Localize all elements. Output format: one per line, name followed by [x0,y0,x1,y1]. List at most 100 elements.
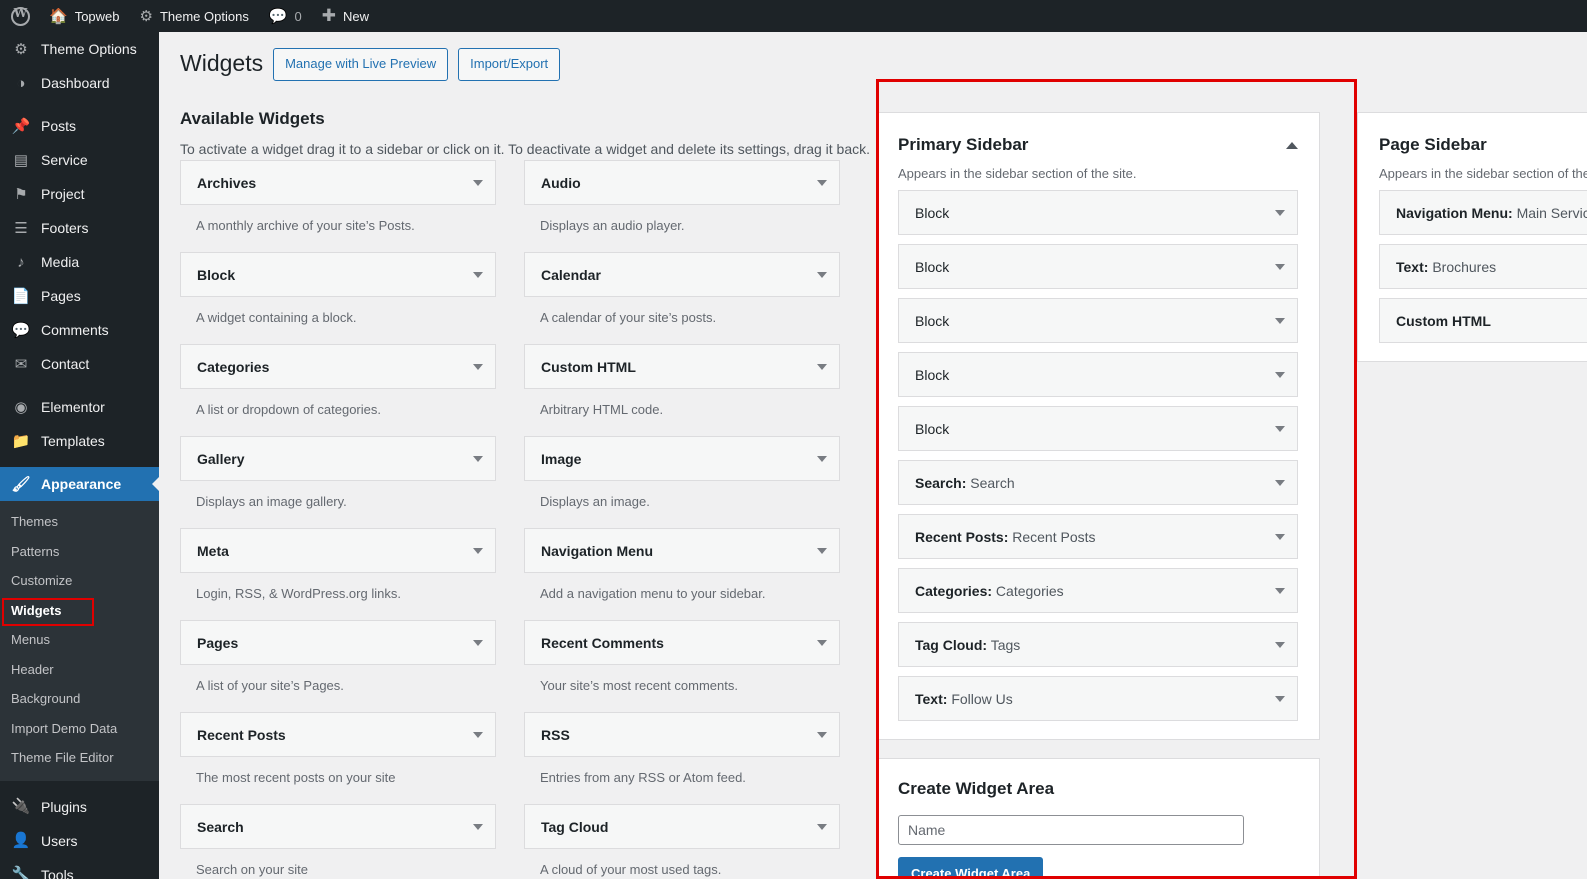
widget-gallery[interactable]: Gallery [180,436,496,481]
sidebar-item-elementor[interactable]: ◉ Elementor [0,390,159,424]
sidebar-item-service[interactable]: ▤ Service [0,143,159,177]
chevron-down-icon[interactable] [473,639,483,646]
sidebar-item-pages[interactable]: 📄 Pages [0,279,159,313]
sidebar-item-media[interactable]: ♪ Media [0,245,159,279]
chevron-down-icon[interactable] [817,271,827,278]
submenu-item-theme-file-editor[interactable]: Theme File Editor [0,743,159,773]
sidebar-item-contact[interactable]: ✉ Contact [0,347,159,381]
chevron-down-icon[interactable] [1275,209,1285,216]
widget-meta[interactable]: Meta [180,528,496,573]
chevron-down-icon[interactable] [1275,641,1285,648]
page-sidebar-widget-custom-html[interactable]: Custom HTML [1379,298,1587,343]
wordpress-logo-button[interactable] [0,0,39,32]
create-widget-area-button[interactable]: Create Widget Area [898,857,1044,879]
chevron-down-icon[interactable] [473,179,483,186]
sidebar-item-posts[interactable]: 📌 Posts [0,109,159,143]
chevron-down-icon[interactable] [1275,371,1285,378]
chevron-down-icon[interactable] [817,823,827,830]
sidebar-item-tools[interactable]: 🔧 Tools [0,858,159,879]
sidebar-widget-block-1[interactable]: Block [898,190,1298,235]
chevron-down-icon[interactable] [473,363,483,370]
widget-rss[interactable]: RSS [524,712,840,757]
sidebar-item-footers[interactable]: ☰ Footers [0,211,159,245]
admin-bar: 🏠 Topweb ⚙ Theme Options 💬 0 ✚ New [0,0,1587,32]
site-name-button[interactable]: 🏠 Topweb [39,0,130,32]
submenu-item-patterns[interactable]: Patterns [0,537,159,567]
submenu-item-widgets[interactable]: Widgets [0,596,159,626]
chevron-down-icon[interactable] [817,731,827,738]
chevron-up-icon[interactable] [1286,142,1298,149]
primary-sidebar-header[interactable]: Primary Sidebar [898,135,1298,155]
sidebar-widget-block-3[interactable]: Block [898,298,1298,343]
submenu-item-menus[interactable]: Menus [0,625,159,655]
sidebar-widget-text[interactable]: Text: Follow Us [898,676,1298,721]
sidebar-item-dashboard[interactable]: ◑ Dashboard [0,66,159,100]
chevron-down-icon[interactable] [817,455,827,462]
new-content-button[interactable]: ✚ New [312,0,379,32]
sidebar-item-label: Appearance [41,476,122,492]
chevron-down-icon[interactable] [473,455,483,462]
widget-area-name-input[interactable] [898,815,1244,845]
sidebar-item-comments[interactable]: 💬 Comments [0,313,159,347]
widget-custom-html[interactable]: Custom HTML [524,344,840,389]
chevron-down-icon[interactable] [1275,479,1285,486]
theme-options-button[interactable]: ⚙ Theme Options [130,0,259,32]
submenu-item-background[interactable]: Background [0,684,159,714]
widget-search[interactable]: Search [180,804,496,849]
chevron-down-icon[interactable] [1275,587,1285,594]
sidebar-widget-recent-posts[interactable]: Recent Posts: Recent Posts [898,514,1298,559]
sidebar-widget-tag-cloud[interactable]: Tag Cloud: Tags [898,622,1298,667]
sidebar-item-project[interactable]: ⚑ Project [0,177,159,211]
widget-label: Block [915,258,950,275]
submenu-item-customize[interactable]: Customize [0,566,159,596]
widget-calendar[interactable]: Calendar [524,252,840,297]
primary-sidebar-column: Primary Sidebar Appears in the sidebar s… [876,112,1320,879]
sidebar-item-label: Theme Options [41,41,137,57]
widget-tag-cloud[interactable]: Tag Cloud [524,804,840,849]
chevron-down-icon[interactable] [817,363,827,370]
chevron-down-icon[interactable] [1275,533,1285,540]
sidebar-item-appearance[interactable]: 🖌 Appearance [0,467,159,501]
chevron-down-icon[interactable] [1275,695,1285,702]
widget-archives[interactable]: Archives [180,160,496,205]
chevron-down-icon[interactable] [817,179,827,186]
widget-pages[interactable]: Pages [180,620,496,665]
sidebar-item-plugins[interactable]: 🔌 Plugins [0,790,159,824]
manage-with-live-preview-button[interactable]: Manage with Live Preview [273,48,449,81]
sidebar-widget-categories[interactable]: Categories: Categories [898,568,1298,613]
widget-block[interactable]: Block [180,252,496,297]
widget-navigation-menu[interactable]: Navigation Menu [524,528,840,573]
chevron-down-icon[interactable] [1275,317,1285,324]
sidebar-widget-block-4[interactable]: Block [898,352,1298,397]
page-sidebar-header[interactable]: Page Sidebar [1379,135,1587,155]
chevron-down-icon[interactable] [1275,425,1285,432]
sidebar-item-users[interactable]: 👤 Users [0,824,159,858]
submenu-item-themes[interactable]: Themes [0,507,159,537]
sidebar-item-label: Contact [41,356,90,372]
widget-recent-posts[interactable]: Recent Posts [180,712,496,757]
chevron-down-icon[interactable] [1275,263,1285,270]
sidebar-widget-block-5[interactable]: Block [898,406,1298,451]
widget-audio[interactable]: Audio [524,160,840,205]
sidebar-item-theme-options[interactable]: ⚙ Theme Options [0,32,159,66]
chevron-down-icon[interactable] [817,547,827,554]
widget-categories[interactable]: Categories [180,344,496,389]
chevron-down-icon[interactable] [473,547,483,554]
comments-count: 0 [294,8,302,24]
page-sidebar-widget-navigation-menu[interactable]: Navigation Menu: Main Services [1379,190,1587,235]
widget-image[interactable]: Image [524,436,840,481]
comments-button[interactable]: 💬 0 [259,0,312,32]
page-sidebar-widget-text[interactable]: Text: Brochures [1379,244,1587,289]
chevron-down-icon[interactable] [473,823,483,830]
sidebar-item-templates[interactable]: 📁 Templates [0,424,159,458]
sidebar-widget-search[interactable]: Search: Search [898,460,1298,505]
chevron-down-icon[interactable] [473,271,483,278]
sidebar-widget-block-2[interactable]: Block [898,244,1298,289]
import-export-button[interactable]: Import/Export [458,48,561,81]
widget-recent-comments[interactable]: Recent Comments [524,620,840,665]
chevron-down-icon[interactable] [473,731,483,738]
widget-title: Search [197,818,244,835]
submenu-item-import-demo-data[interactable]: Import Demo Data [0,714,159,744]
chevron-down-icon[interactable] [817,639,827,646]
submenu-item-header[interactable]: Header [0,655,159,685]
